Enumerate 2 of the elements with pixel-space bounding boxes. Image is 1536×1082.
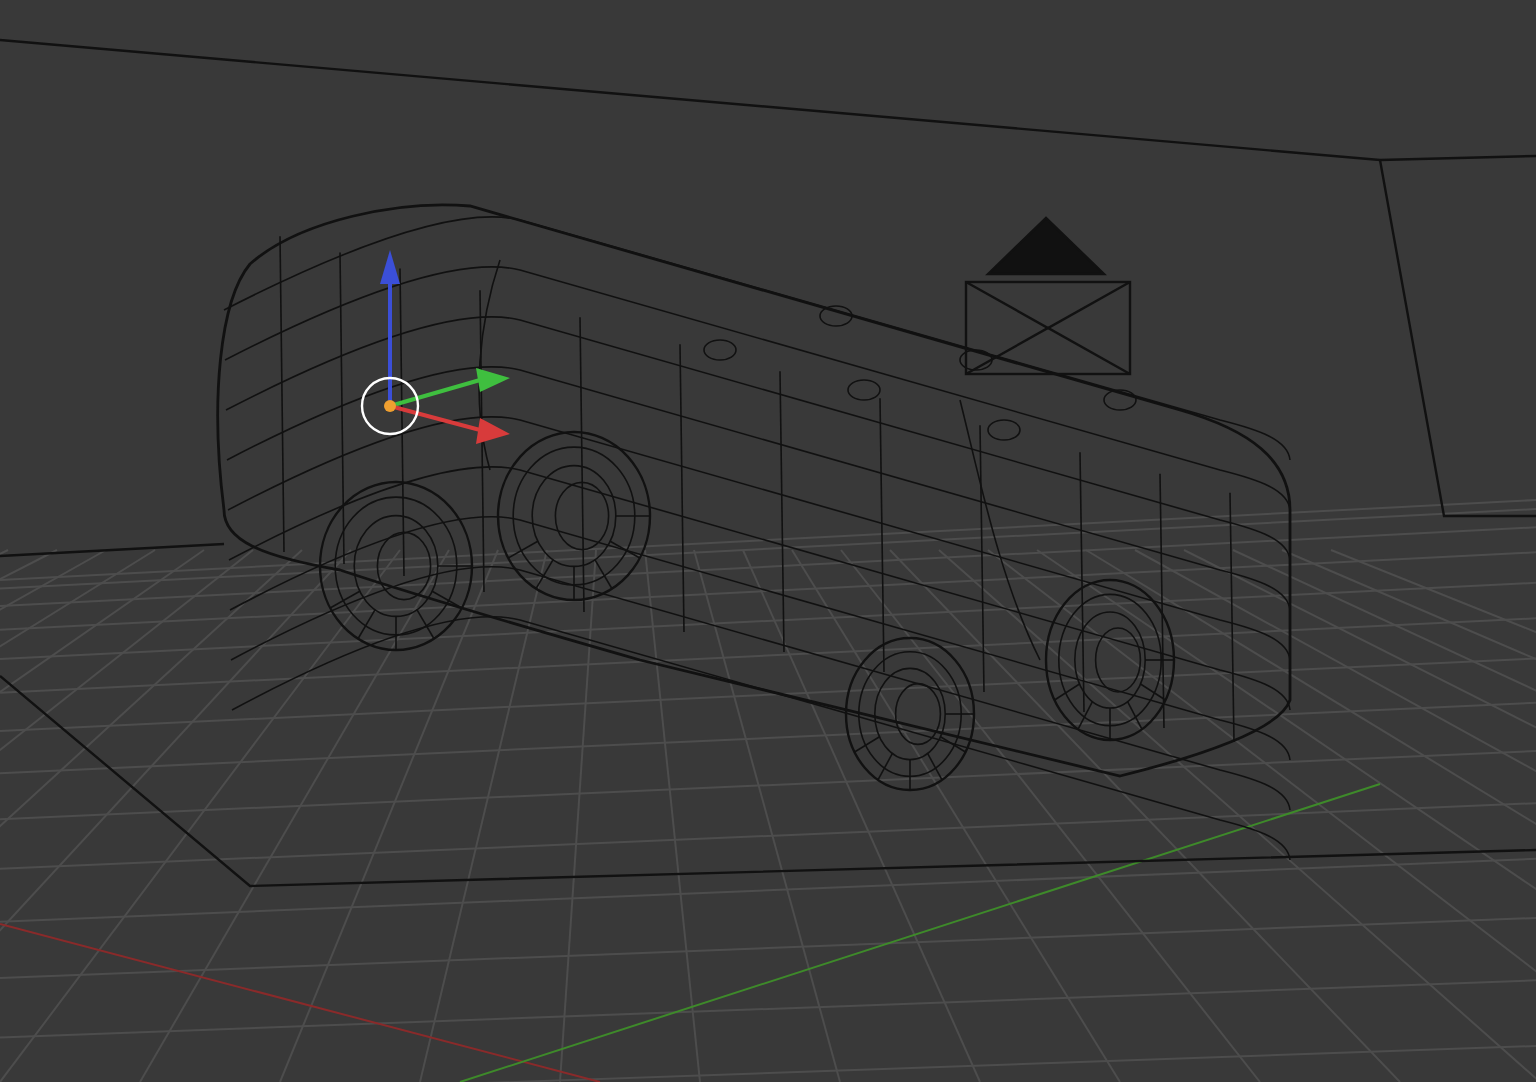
transform-gizmo-icon[interactable]: [360, 250, 510, 444]
camera-icon: [964, 216, 1132, 376]
